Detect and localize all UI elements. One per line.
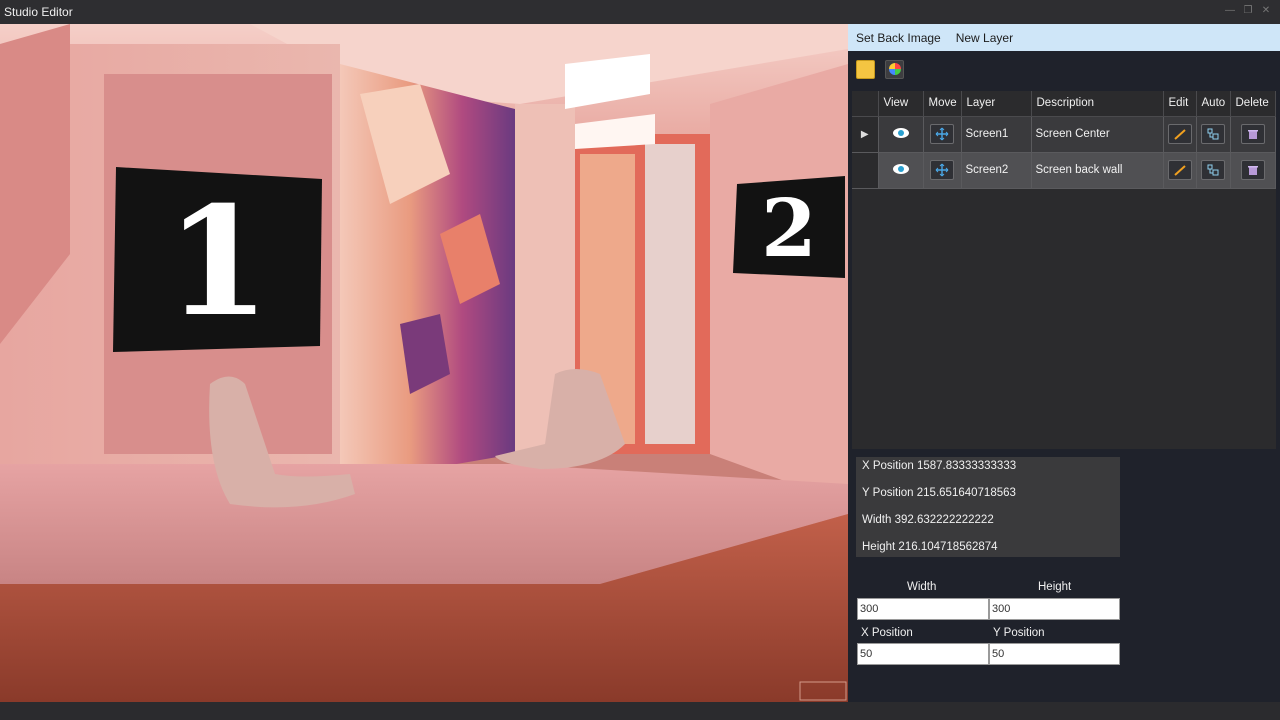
window-title: Studio Editor: [4, 5, 73, 19]
height-label: Height: [1038, 581, 1072, 593]
pencil-icon[interactable]: [1167, 124, 1192, 144]
current-row-arrow-icon: ▶: [860, 129, 869, 140]
y-position-input[interactable]: [989, 643, 1120, 665]
header-view[interactable]: View: [878, 91, 924, 117]
header-layer[interactable]: Layer: [961, 91, 1032, 117]
height-input[interactable]: [989, 598, 1120, 620]
panel-toolbar: [848, 51, 1280, 87]
header-description[interactable]: Description: [1031, 91, 1164, 117]
x-position-label: X Position: [861, 627, 913, 639]
edit-cell[interactable]: [1163, 116, 1197, 153]
layer-grid: View Move Layer Description Edit Auto De…: [852, 91, 1276, 449]
header-move[interactable]: Move: [923, 91, 962, 117]
move-icon[interactable]: [930, 160, 954, 180]
person-right: [645, 144, 695, 444]
description-cell[interactable]: Screen Center: [1031, 116, 1164, 153]
layer-info-readout: X Position 1587.83333333333 Y Position 2…: [856, 457, 1120, 557]
view-cell[interactable]: [878, 116, 924, 153]
trash-icon[interactable]: [1240, 124, 1265, 144]
status-bar: [0, 702, 1280, 720]
view-cell[interactable]: [878, 152, 924, 189]
x-position-input[interactable]: [857, 643, 989, 665]
header-edit[interactable]: Edit: [1163, 91, 1197, 117]
pencil-icon[interactable]: [1167, 160, 1192, 180]
panel-menubar: Set Back Image New Layer: [848, 24, 1280, 51]
table-row[interactable]: Screen2 Screen back wall: [852, 152, 1276, 189]
header-row-selector: [852, 91, 879, 117]
row-selector[interactable]: [852, 152, 879, 189]
restore-icon[interactable]: ❐: [1242, 4, 1254, 16]
eye-icon[interactable]: [892, 163, 910, 175]
layer-name-cell[interactable]: Screen2: [961, 152, 1032, 189]
set-back-image-menu[interactable]: Set Back Image: [856, 31, 941, 45]
move-cell[interactable]: [923, 116, 962, 153]
edit-cell[interactable]: [1163, 152, 1197, 189]
header-auto[interactable]: Auto: [1196, 91, 1231, 117]
right-wall: [710, 64, 848, 504]
move-icon[interactable]: [930, 124, 954, 144]
title-bar: Studio Editor — ❐ ✕: [0, 0, 1280, 24]
width-input[interactable]: [857, 598, 989, 620]
close-icon[interactable]: ✕: [1260, 4, 1272, 16]
delete-cell[interactable]: [1230, 152, 1276, 189]
grid-header-row: View Move Layer Description Edit Auto De…: [852, 91, 1276, 117]
screen2-number: 2: [761, 181, 817, 275]
color-wheel-icon[interactable]: [885, 59, 904, 79]
minimize-icon[interactable]: —: [1224, 4, 1236, 16]
description-cell[interactable]: Screen back wall: [1031, 152, 1164, 189]
folder-icon[interactable]: [856, 59, 875, 79]
info-x-position: X Position 1587.83333333333: [862, 460, 1017, 472]
table-row[interactable]: ▶ Screen1 Screen Center: [852, 116, 1276, 153]
auto-layout-icon[interactable]: [1201, 124, 1225, 144]
auto-cell[interactable]: [1196, 152, 1231, 189]
header-delete[interactable]: Delete: [1230, 91, 1276, 117]
layer-table: View Move Layer Description Edit Auto De…: [852, 91, 1276, 189]
auto-layout-icon[interactable]: [1201, 160, 1225, 180]
window-controls: — ❐ ✕: [1224, 4, 1272, 16]
screen1-number: 1: [166, 174, 270, 350]
delete-cell[interactable]: [1230, 116, 1276, 153]
y-position-label: Y Position: [993, 627, 1045, 639]
layer-name-cell[interactable]: Screen1: [961, 116, 1032, 153]
info-y-position: Y Position 215.651640718563: [862, 487, 1016, 499]
new-layer-menu[interactable]: New Layer: [956, 31, 1013, 45]
studio-viewport[interactable]: 1 2: [0, 24, 848, 702]
row-selector[interactable]: ▶: [852, 116, 879, 153]
eye-icon[interactable]: [892, 127, 910, 139]
info-height: Height 216.104718562874: [862, 541, 998, 553]
move-cell[interactable]: [923, 152, 962, 189]
auto-cell[interactable]: [1196, 116, 1231, 153]
width-label: Width: [907, 581, 937, 593]
info-width: Width 392.632222222222: [862, 514, 994, 526]
trash-icon[interactable]: [1240, 160, 1265, 180]
studio-scene: 1 2: [0, 24, 848, 702]
